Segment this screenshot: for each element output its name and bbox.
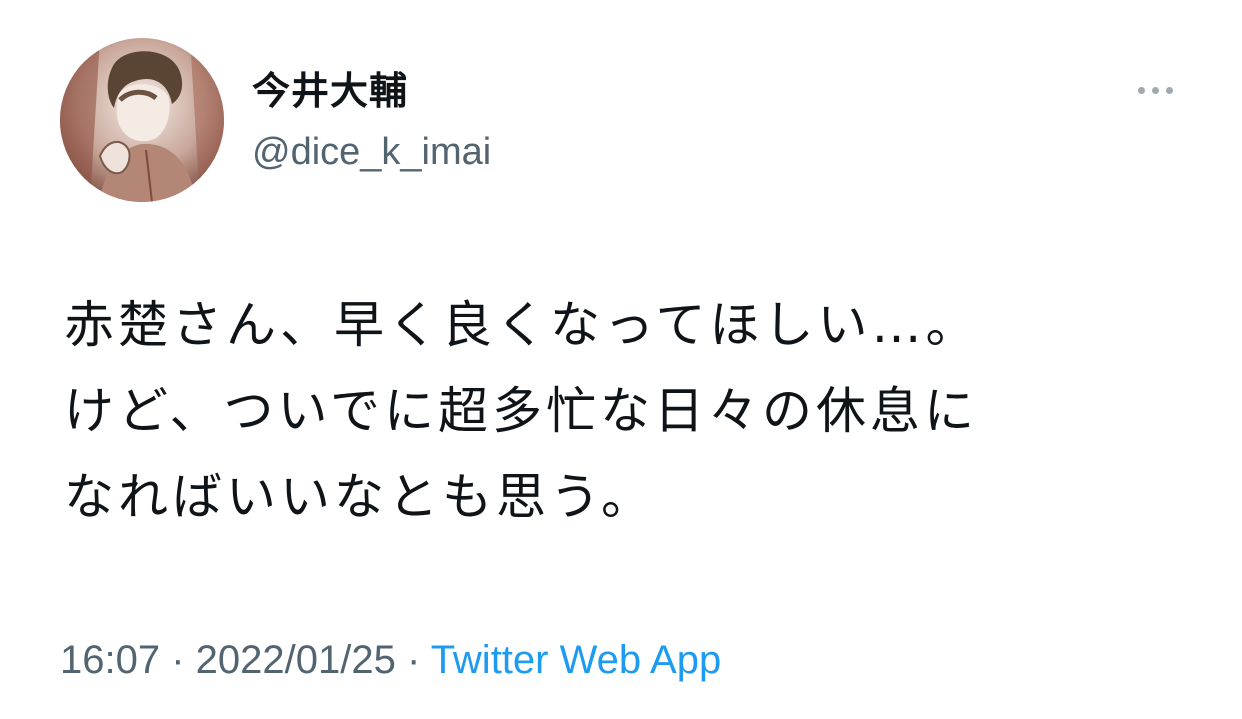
tweet-metadata: 16:07 · 2022/01/25 · Twitter Web App: [60, 636, 721, 684]
tweet-card: 今井大輔 @dice_k_imai 赤楚さん、早く良くなってほしい…。 けど、つ…: [0, 0, 1242, 719]
tweet-date[interactable]: 2022/01/25: [196, 638, 396, 682]
meta-separator: ·: [395, 638, 431, 682]
avatar-illustration: [60, 38, 224, 202]
author-handle[interactable]: @dice_k_imai: [252, 130, 491, 174]
more-horizontal-icon-dot: [1165, 86, 1173, 94]
more-horizontal-icon: [1137, 86, 1145, 94]
tweet-time[interactable]: 16:07: [60, 638, 160, 682]
avatar[interactable]: [60, 38, 224, 202]
meta-separator: ·: [160, 638, 196, 682]
tweet-text-line: なればいいなとも思う。: [64, 468, 655, 526]
more-horizontal-icon-dot: [1151, 86, 1159, 94]
tweet-text-line: けど、ついでに超多忙な日々の休息に: [64, 382, 978, 440]
tweet-text-line: 赤楚さん、早く良くなってほしい…。: [64, 296, 980, 354]
tweet-source-link[interactable]: Twitter Web App: [431, 638, 722, 682]
tweet-text: 赤楚さん、早く良くなってほしい…。 けど、ついでに超多忙な日々の休息に なればい…: [64, 282, 1204, 540]
author-display-name[interactable]: 今井大輔: [252, 70, 408, 114]
more-options-button[interactable]: [1128, 76, 1182, 104]
